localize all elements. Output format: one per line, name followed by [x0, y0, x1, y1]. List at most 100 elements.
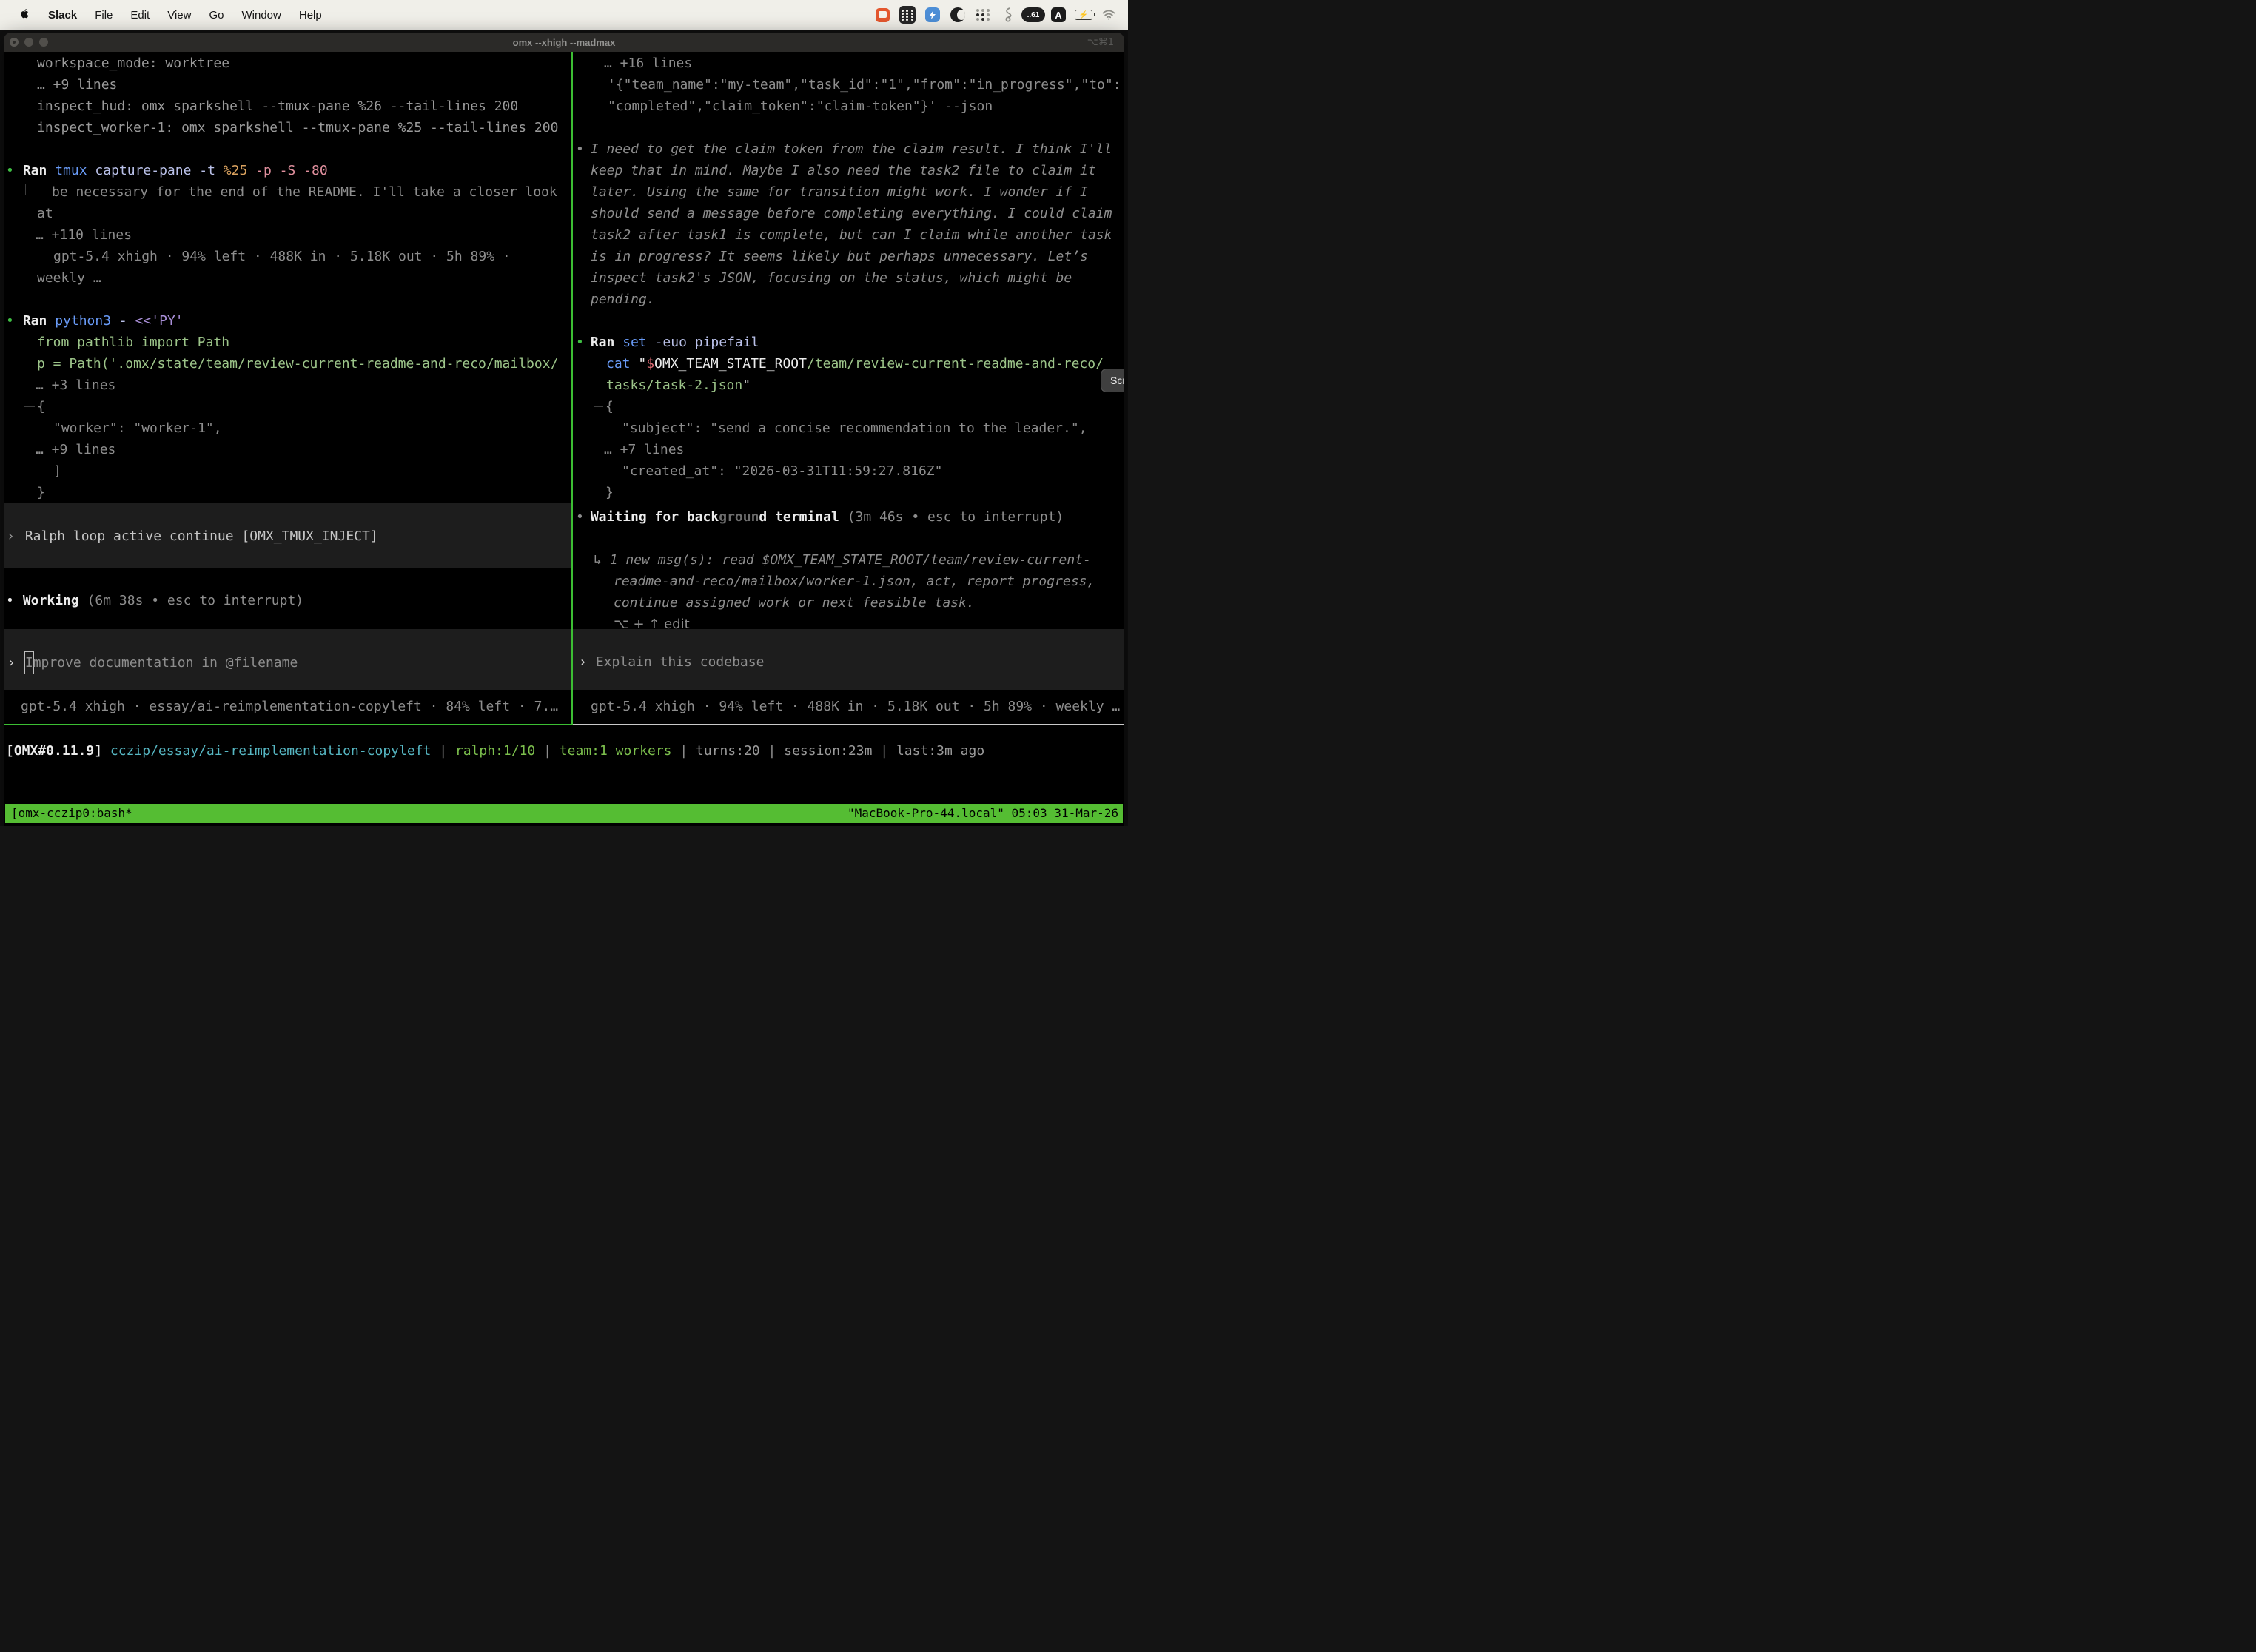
screen: Slack File Edit View Go Window Help ..61… [0, 0, 1128, 826]
output-gutter-corner [25, 184, 33, 195]
pane-divider[interactable] [571, 52, 573, 725]
right-pane-status-line: gpt-5.4 xhigh · 94% left · 488K in · 5.1… [591, 696, 1120, 717]
ran-command-python: •Ran python3 - <<'PY' [6, 310, 184, 332]
json-output-line: ] [53, 460, 61, 482]
window-shortcut-hint: ⌥⌘1 [1087, 37, 1114, 48]
apple-menu[interactable] [12, 4, 38, 25]
wifi-icon[interactable] [1100, 6, 1118, 24]
menu-bar-left: Slack File Edit View Go Window Help [0, 4, 329, 25]
window-title: omx --xhigh --madmax [513, 37, 616, 48]
right-prompt-input[interactable]: ›Explain this codebase [579, 651, 764, 673]
bullet-icon: • [6, 163, 14, 178]
prompt-placeholder: mprove documentation in @filename [33, 655, 298, 671]
ran-command-tmux: •Ran tmux capture-pane -t %25 -p -S -80 [6, 160, 328, 181]
screen-share-tooltip: Scre [1101, 369, 1124, 392]
edit-shortcut-hint: ⌥ + ↑ edit [614, 614, 690, 635]
bullet-icon: • [576, 335, 584, 350]
json-output-line: { [605, 396, 614, 417]
command-output-line: at [37, 203, 53, 224]
arrow-icon: ↳ [594, 552, 610, 568]
command-output-line: be necessary for the end of the README. … [52, 181, 557, 203]
collapsed-lines-indicator[interactable]: … +110 lines [36, 224, 132, 246]
thinking-text: pending. [591, 289, 655, 310]
bullet-icon: • [576, 509, 584, 525]
menu-window[interactable]: Window [235, 7, 289, 24]
usage-stats-line: gpt-5.4 xhigh · 94% left · 488K in · 5.1… [53, 246, 511, 267]
keypad-icon[interactable] [899, 6, 916, 24]
hook-icon[interactable] [999, 6, 1017, 24]
prompt-placeholder: Explain this codebase [587, 654, 765, 670]
left-prompt-input[interactable]: ›Improve documentation in @filename [7, 651, 298, 673]
json-output-line: "subject": "send a concise recommendatio… [622, 417, 1087, 439]
bullet-icon: • [576, 141, 584, 157]
thinking-text: task2 after task1 is complete, but can I… [591, 224, 1112, 246]
menu-edit[interactable]: Edit [123, 7, 157, 24]
config-line: inspect_hud: omx sparkshell --tmux-pane … [37, 95, 518, 117]
mailbox-message: continue assigned work or next feasible … [614, 592, 975, 614]
thinking-text: inspect task2's JSON, focusing on the st… [591, 267, 1072, 289]
tmux-host-clock: "MacBook-Pro-44.local" 05:03 31-Mar-26 [847, 804, 1118, 823]
bullet-icon: • [6, 593, 14, 608]
terminal-content: workspace_mode: worktree … +9 lines insp… [4, 52, 1124, 826]
input-source-icon[interactable]: A [1050, 6, 1067, 24]
menu-bar: Slack File Edit View Go Window Help ..61… [0, 0, 1128, 30]
menu-app-name[interactable]: Slack [41, 7, 84, 24]
json-output-line: } [605, 482, 614, 503]
working-status: •Working (6m 38s • esc to interrupt) [6, 590, 303, 611]
count-badge-icon[interactable]: ..61 [1024, 6, 1042, 24]
collapsed-lines-indicator[interactable]: … +16 lines [604, 53, 692, 74]
menu-file[interactable]: File [87, 7, 120, 24]
ralph-loop-notice: ›Ralph loop active continue [OMX_TMUX_IN… [7, 526, 378, 547]
thinking-text: later. Using the same for transition mig… [591, 181, 1088, 203]
json-output-line: { [37, 396, 45, 417]
bolt-badge-icon[interactable] [924, 6, 941, 24]
battery-icon[interactable]: ⚡ [1075, 6, 1092, 24]
chevron-icon: › [7, 528, 15, 544]
command-code-line: tasks/task-2.json" [606, 375, 751, 396]
left-pane-status-line: gpt-5.4 xhigh · essay/ai-reimplementatio… [21, 696, 558, 717]
prompt-chevron-icon: › [579, 654, 587, 670]
waiting-status: •Waiting for background terminal (3m 46s… [576, 506, 1064, 528]
json-output-line: } [37, 482, 45, 503]
tmux-session-name[interactable]: [omx-cczip0:bash* [11, 804, 132, 823]
bullet-icon: • [6, 313, 14, 329]
collapsed-lines-indicator[interactable]: … +7 lines [604, 439, 684, 460]
collapsed-lines-indicator[interactable]: … +3 lines [36, 375, 115, 396]
thinking-text: •I need to get the claim token from the … [576, 138, 1112, 160]
mailbox-message: ↳ 1 new msg(s): read $OMX_TEAM_STATE_ROO… [594, 549, 1091, 571]
minimize-button[interactable] [24, 38, 33, 47]
config-line: workspace_mode: worktree [37, 53, 229, 74]
chat-app-icon[interactable] [873, 6, 891, 24]
terminal-window: omx --xhigh --madmax ⌥⌘1 workspace_mode:… [4, 33, 1124, 826]
traffic-lights [10, 33, 48, 52]
thinking-text: should send a message before completing … [591, 203, 1112, 224]
right-pane-bottom-border [573, 724, 1124, 725]
collapsed-lines-indicator[interactable]: … +9 lines [37, 74, 117, 95]
menu-bar-status-icons: ..61 A ⚡ [873, 6, 1128, 24]
config-line: inspect_worker-1: omx sparkshell --tmux-… [37, 117, 558, 138]
collapsed-lines-indicator[interactable]: … +9 lines [36, 439, 115, 460]
close-button[interactable] [10, 38, 19, 47]
mailbox-message: readme-and-reco/mailbox/worker-1.json, a… [614, 571, 1095, 592]
json-output-line: "worker": "worker-1", [53, 417, 222, 439]
menu-go[interactable]: Go [201, 7, 231, 24]
tmux-status-bar: [omx-cczip0:bash* "MacBook-Pro-44.local"… [5, 804, 1123, 823]
command-arg-line: "completed","claim_token":"claim-token"}… [608, 95, 993, 117]
menu-help[interactable]: Help [292, 7, 329, 24]
dots-grid-icon[interactable] [974, 6, 992, 24]
crescent-app-icon[interactable] [949, 6, 967, 24]
zoom-button[interactable] [39, 38, 48, 47]
command-code-line: cat "$OMX_TEAM_STATE_ROOT/team/review-cu… [606, 353, 1104, 375]
menu-view[interactable]: View [160, 7, 198, 24]
prompt-chevron-icon: › [7, 655, 16, 671]
thinking-text: is in progress? It seems likely but perh… [591, 246, 1088, 267]
omx-session-status: [OMX#0.11.9] cczip/essay/ai-reimplementa… [6, 740, 984, 762]
command-arg-line: '{"team_name":"my-team","task_id":"1","f… [608, 74, 1121, 95]
output-gutter-line [24, 332, 35, 407]
json-output-line: "created_at": "2026-03-31T11:59:27.816Z" [622, 460, 942, 482]
apple-icon [19, 10, 30, 23]
heredoc-code-line: p = Path('.omx/state/team/review-current… [37, 353, 558, 375]
usage-stats-line: weekly … [37, 267, 101, 289]
left-pane-bottom-border [4, 724, 571, 725]
window-title-bar[interactable]: omx --xhigh --madmax ⌥⌘1 [4, 33, 1124, 52]
